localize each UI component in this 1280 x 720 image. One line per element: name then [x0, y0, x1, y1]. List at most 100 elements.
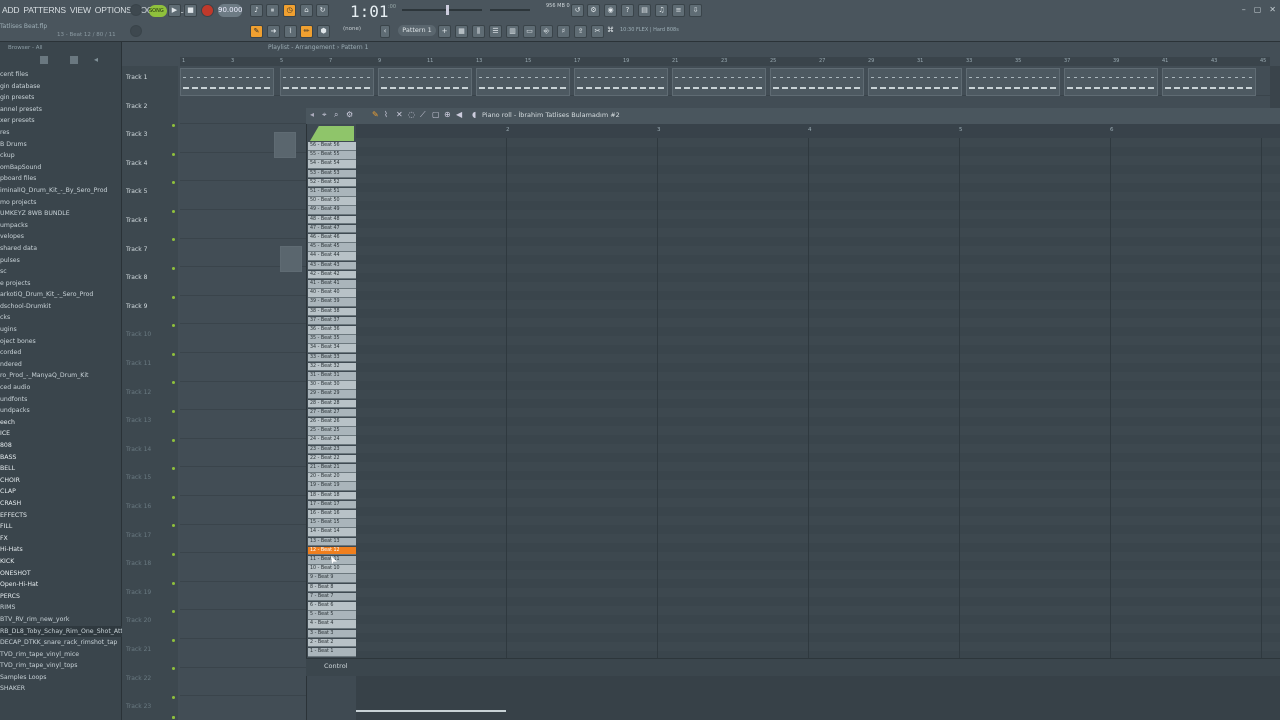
- track-enable-led[interactable]: [172, 267, 175, 270]
- browser-item[interactable]: EFFECTS: [0, 510, 122, 522]
- piano-key[interactable]: 20 - Beat 20: [308, 473, 356, 482]
- piano-key[interactable]: 49 - Beat 49: [308, 206, 356, 215]
- browser-item[interactable]: RB_DL8_Toby_Schay_Rim_One_Shot_Attention: [0, 625, 122, 638]
- browser-item[interactable]: ckup: [0, 150, 122, 162]
- mute-tool-icon[interactable]: ◌: [408, 110, 415, 119]
- browser-item[interactable]: corded: [0, 347, 122, 359]
- brush-tool-button[interactable]: ⌇: [284, 25, 297, 38]
- track-label[interactable]: Track 21: [126, 646, 151, 653]
- piano-key[interactable]: 19 - Beat 19: [308, 482, 356, 491]
- browser-item[interactable]: BELL: [0, 463, 122, 475]
- browser-item[interactable]: pulses: [0, 255, 122, 267]
- menu-item[interactable]: ADD: [0, 5, 21, 15]
- piano-key[interactable]: 8 - Beat 8: [308, 583, 356, 593]
- brush-tool-icon[interactable]: ⌇: [384, 110, 388, 119]
- track-enable-led[interactable]: [172, 610, 175, 614]
- piano-key[interactable]: 26 - Beat 26: [308, 418, 356, 427]
- pattern-clip[interactable]: [966, 68, 1060, 96]
- stop-button[interactable]: ■: [184, 4, 197, 17]
- browser-item[interactable]: FX: [0, 533, 122, 545]
- track-label[interactable]: Track 16: [126, 503, 151, 510]
- browser-item[interactable]: arkotiQ_Drum_Kit_-_Sero_Prod: [0, 289, 122, 301]
- piano-key[interactable]: 10 - Beat 10: [308, 565, 356, 574]
- piano-key[interactable]: 44 - Beat 44: [308, 252, 356, 261]
- piano-key[interactable]: 51 - Beat 51: [308, 188, 356, 197]
- track-label[interactable]: Track 7: [126, 246, 147, 253]
- browser-item[interactable]: KICK: [0, 556, 122, 568]
- track-enable-led[interactable]: [172, 667, 175, 671]
- pattern-clip-small[interactable]: [280, 246, 302, 272]
- track-enable-led[interactable]: [172, 152, 175, 156]
- track-enable-led[interactable]: [172, 381, 175, 385]
- browser-item[interactable]: ONESHOT: [0, 568, 122, 580]
- piano-key[interactable]: 37 - Beat 37: [308, 316, 356, 326]
- browser-item[interactable]: CRASH: [0, 498, 122, 510]
- piano-key[interactable]: 3 - Beat 3: [308, 629, 356, 639]
- pattern-clip[interactable]: [1064, 68, 1158, 96]
- browser-item[interactable]: cent files: [0, 69, 122, 81]
- piano-key[interactable]: 34 - Beat 34: [308, 344, 356, 353]
- piano-key[interactable]: 13 - Beat 13: [308, 537, 356, 547]
- playlist-button[interactable]: ▤: [638, 4, 651, 17]
- browser-item[interactable]: annel presets: [0, 104, 122, 116]
- browser-item[interactable]: omBapSound: [0, 162, 122, 174]
- draw-tool-button[interactable]: ✎: [250, 25, 263, 38]
- browser-file-icon[interactable]: [40, 56, 48, 64]
- browser-header[interactable]: Browser - All: [8, 45, 43, 51]
- pattern-mode-toggle[interactable]: [130, 4, 142, 16]
- pattern-add-button[interactable]: +: [438, 25, 451, 38]
- track-enable-led[interactable]: [172, 495, 175, 499]
- browser-item[interactable]: ro_Prod_-_ManyaQ_Drum_Kit: [0, 370, 122, 382]
- master-volume-slider[interactable]: [402, 9, 482, 11]
- track-label[interactable]: Track 1: [126, 74, 147, 81]
- track-enable-led[interactable]: [172, 124, 175, 127]
- arrow-tool-button[interactable]: ➜: [267, 25, 280, 38]
- pattern-clip[interactable]: [378, 68, 472, 96]
- speaker-icon[interactable]: ◖: [472, 110, 476, 119]
- track-enable-led[interactable]: [172, 638, 175, 642]
- track-label[interactable]: Track 20: [126, 617, 151, 624]
- pattern-clip[interactable]: [574, 68, 668, 96]
- step-edit-button[interactable]: ⌂: [300, 4, 313, 17]
- piano-key[interactable]: 25 - Beat 25: [308, 427, 356, 436]
- pattern-clip[interactable]: [868, 68, 962, 96]
- browser-item[interactable]: pboard files: [0, 173, 122, 185]
- pencil-tool-icon[interactable]: ✎: [372, 110, 379, 119]
- browser-item[interactable]: BTV_RV_rim_new_york: [0, 614, 122, 626]
- track-enable-led[interactable]: [172, 438, 175, 442]
- tempo-display[interactable]: 90.000: [218, 4, 243, 17]
- pattern-clip[interactable]: [770, 68, 864, 96]
- record-button[interactable]: [201, 4, 214, 17]
- countdown-button[interactable]: ◷: [283, 4, 296, 17]
- piano-key[interactable]: 32 - Beat 32: [308, 362, 356, 372]
- browser-item[interactable]: xer presets: [0, 115, 122, 127]
- track-enable-led[interactable]: [172, 352, 175, 356]
- track-enable-led[interactable]: [172, 410, 175, 413]
- track-enable-led[interactable]: [172, 524, 175, 528]
- piano-key[interactable]: 23 - Beat 23: [308, 445, 356, 455]
- wait-input-button[interactable]: ⏸: [266, 4, 279, 17]
- delete-tool-icon[interactable]: ✕: [396, 110, 403, 119]
- browser-item[interactable]: gin database: [0, 81, 122, 93]
- browser-item[interactable]: undfonts: [0, 394, 122, 406]
- piano-key[interactable]: 33 - Beat 33: [308, 353, 356, 363]
- browser-item[interactable]: sc: [0, 266, 122, 278]
- menu-item[interactable]: PATTERNS: [21, 5, 67, 15]
- track-label[interactable]: Track 6: [126, 217, 147, 224]
- piano-key[interactable]: 27 - Beat 27: [308, 408, 356, 418]
- piano-key[interactable]: 36 - Beat 36: [308, 326, 356, 335]
- browser-item[interactable]: DECAP_DTKK_snare_rack_rimshot_tap: [0, 637, 122, 649]
- event-control-selector[interactable]: Control: [324, 662, 348, 670]
- pattern-clip[interactable]: [476, 68, 570, 96]
- browser-item[interactable]: PERCS: [0, 591, 122, 603]
- track-label[interactable]: Track 2: [126, 103, 147, 110]
- track-label[interactable]: Track 3: [126, 131, 147, 138]
- track-label[interactable]: Track 11: [126, 360, 151, 367]
- settings-icon[interactable]: ⚙: [346, 110, 353, 119]
- piano-key[interactable]: 52 - Beat 52: [308, 178, 356, 188]
- browser-item[interactable]: CLAP: [0, 486, 122, 498]
- pattern-clip[interactable]: [672, 68, 766, 96]
- event-editor[interactable]: [356, 676, 1280, 720]
- browser-item[interactable]: undpacks: [0, 405, 122, 417]
- piano-key[interactable]: 4 - Beat 4: [308, 620, 356, 629]
